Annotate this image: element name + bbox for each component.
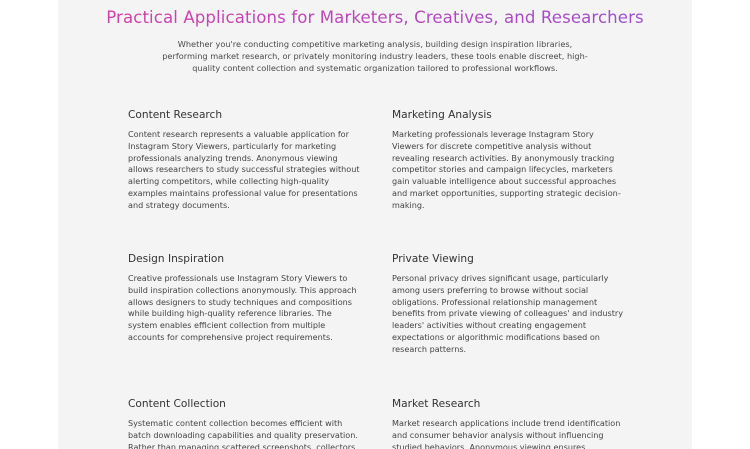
card-title: Private Viewing xyxy=(392,253,474,265)
card-title: Market Research xyxy=(392,398,481,410)
card-title: Marketing Analysis xyxy=(392,109,492,121)
card-title: Content Research xyxy=(128,109,223,121)
card-body: Market research applications include tre… xyxy=(392,418,621,449)
content-panel: Practical Applications for Marketers, Cr… xyxy=(58,0,692,449)
card-body: Content research represents a valuable a… xyxy=(128,129,360,210)
card-body: Systematic content collection becomes ef… xyxy=(128,418,358,449)
card-design-inspiration: Design Inspiration Creative professional… xyxy=(128,253,360,344)
card-title: Content Collection xyxy=(128,398,226,410)
card-content-research: Content Research Content research repres… xyxy=(128,109,360,211)
section-intro: Whether you're conducting competitive ma… xyxy=(162,39,588,73)
card-marketing-analysis: Marketing Analysis Marketing professiona… xyxy=(392,109,624,211)
section-title: Practical Applications for Marketers, Cr… xyxy=(58,8,692,27)
card-body: Marketing professionals leverage Instagr… xyxy=(392,129,621,210)
card-title: Design Inspiration xyxy=(128,253,225,265)
card-private-viewing: Private Viewing Personal privacy drives … xyxy=(392,253,624,355)
card-body: Personal privacy drives significant usag… xyxy=(392,273,624,354)
card-body: Creative professionals use Instagram Sto… xyxy=(128,273,357,342)
card-market-research: Market Research Market research applicat… xyxy=(392,398,624,449)
card-content-collection: Content Collection Systematic content co… xyxy=(128,398,360,449)
